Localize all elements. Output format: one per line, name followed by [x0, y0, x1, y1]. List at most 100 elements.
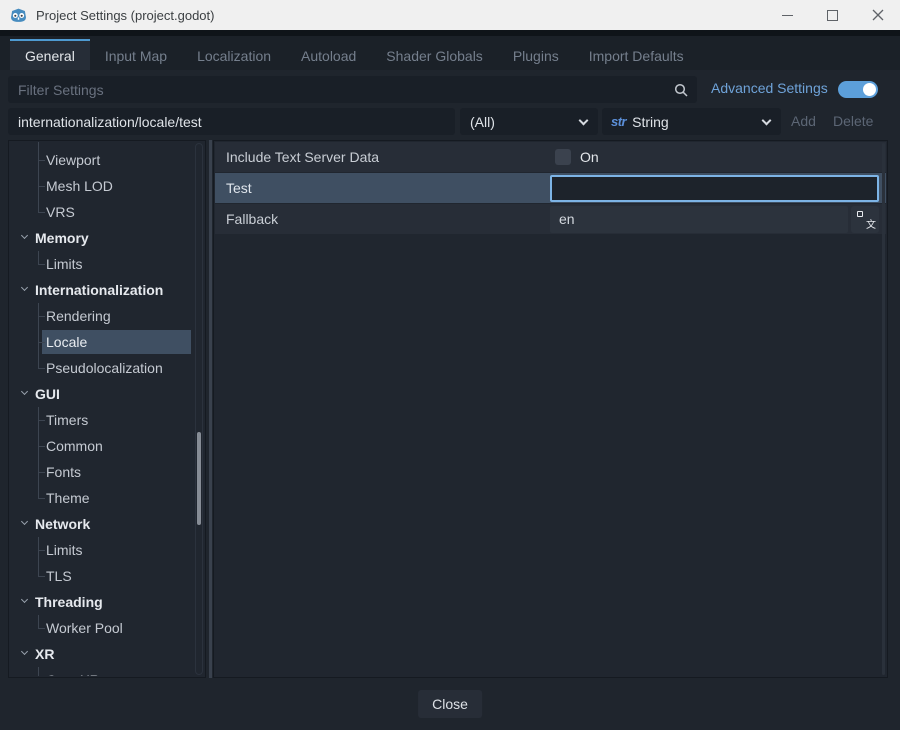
tab-autoload[interactable]: Autoload [286, 39, 371, 70]
tab-shader-globals[interactable]: Shader Globals [371, 39, 498, 70]
settings-category-tree: Occlusion CullingViewportMesh LODVRSMemo… [8, 140, 206, 678]
delete-button[interactable]: Delete [833, 113, 873, 129]
settings-inspector-panel: Include Text Server Data On Test Fallback 文 [213, 140, 888, 678]
sidebar-scrollbar[interactable] [195, 143, 203, 675]
chevron-down-icon [579, 115, 589, 125]
sidebar-item-label: Mesh LOD [46, 178, 113, 194]
tree-connector [38, 615, 46, 641]
inspector-scrollbar[interactable] [882, 143, 885, 675]
sidebar-item-threading[interactable]: Threading [10, 589, 204, 615]
panel-splitter-handle[interactable] [209, 140, 212, 678]
sidebar-item-label: GUI [35, 386, 60, 402]
tab-label: Shader Globals [386, 48, 483, 64]
sidebar-item-network[interactable]: Network [10, 511, 204, 537]
advanced-settings-toggle[interactable] [838, 81, 878, 98]
checkbox-label: On [580, 149, 599, 165]
tab-input-map[interactable]: Input Map [90, 39, 182, 70]
chevron-down-icon [21, 232, 28, 239]
setting-label: Include Text Server Data [215, 149, 550, 165]
add-button[interactable]: Add [791, 113, 816, 129]
setting-value [550, 173, 886, 203]
tree-connector [38, 303, 46, 329]
translation-icon-char: 文 [866, 216, 876, 231]
tab-general[interactable]: General [10, 39, 90, 70]
chevron-down-icon [21, 596, 28, 603]
type-dropdown[interactable]: str String [602, 108, 781, 135]
chevron-down-icon [21, 648, 28, 655]
settings-row-include-text-server-data[interactable]: Include Text Server Data On [215, 142, 886, 172]
project-settings-window: Project Settings (project.godot) General… [0, 0, 900, 730]
sidebar-item-label: Theme [46, 490, 90, 506]
titlebar: Project Settings (project.godot) [0, 0, 900, 30]
close-icon [872, 9, 884, 21]
locale-picker-button[interactable]: 文 [851, 206, 879, 233]
sidebar-item-label: Locale [46, 334, 87, 350]
sidebar-item-common[interactable]: Common [10, 433, 204, 459]
sidebar-item-label: OpenXR [46, 672, 100, 676]
close-window-button[interactable] [855, 0, 900, 30]
checkbox[interactable] [555, 149, 571, 165]
sidebar-item-label: Rendering [46, 308, 111, 324]
sidebar-item-timers[interactable]: Timers [10, 407, 204, 433]
settings-row-test[interactable]: Test [215, 173, 886, 203]
sidebar-item-pseudolocalization[interactable]: Pseudolocalization [10, 355, 204, 381]
sidebar-item-theme[interactable]: Theme [10, 485, 204, 511]
tree-connector [38, 147, 46, 173]
tab-label: Import Defaults [589, 48, 684, 64]
close-button[interactable]: Close [418, 690, 482, 718]
minimize-button[interactable] [765, 0, 810, 30]
tab-label: General [25, 48, 75, 64]
sidebar-item-openxr[interactable]: OpenXR [10, 667, 204, 676]
sidebar-item-mesh-lod[interactable]: Mesh LOD [10, 173, 204, 199]
setting-value: 文 [550, 204, 886, 234]
sidebar-item-fonts[interactable]: Fonts [10, 459, 204, 485]
feature-filter-dropdown[interactable]: (All) [460, 108, 598, 135]
sidebar-item-locale[interactable]: Locale [10, 329, 204, 355]
sidebar-item-rendering[interactable]: Rendering [10, 303, 204, 329]
tree-connector [38, 173, 46, 199]
sidebar-item-internationalization[interactable]: Internationalization [10, 277, 204, 303]
tab-import-defaults[interactable]: Import Defaults [574, 39, 699, 70]
settings-tab-bar: General Input Map Localization Autoload Shad… [0, 36, 900, 70]
maximize-button[interactable] [810, 0, 855, 30]
minimize-icon [782, 15, 793, 16]
sidebar-item-label: Internationalization [35, 282, 163, 298]
sidebar-item-label: Limits [46, 542, 83, 558]
settings-row-fallback[interactable]: Fallback 文 [215, 204, 886, 234]
sidebar-scrollbar-thumb[interactable] [197, 432, 201, 525]
sidebar-item-xr[interactable]: XR [10, 641, 204, 667]
sidebar-item-viewport[interactable]: Viewport [10, 147, 204, 173]
sidebar-item-label: TLS [46, 568, 72, 584]
sidebar-item-limits[interactable]: Limits [10, 537, 204, 563]
tab-localization[interactable]: Localization [182, 39, 286, 70]
property-path-input[interactable] [8, 108, 455, 135]
tab-label: Autoload [301, 48, 356, 64]
sidebar-item-label: Threading [35, 594, 103, 610]
test-value-input[interactable] [550, 175, 879, 202]
fallback-value-input[interactable] [550, 206, 848, 233]
godot-logo-icon [10, 7, 27, 24]
sidebar-item-memory[interactable]: Memory [10, 225, 204, 251]
window-title: Project Settings (project.godot) [36, 8, 214, 23]
maximize-icon [827, 10, 838, 21]
tree-connector [38, 433, 46, 459]
sidebar-item-worker-pool[interactable]: Worker Pool [10, 615, 204, 641]
setting-label: Fallback [215, 211, 550, 227]
sidebar-item-tls[interactable]: TLS [10, 563, 204, 589]
tab-label: Input Map [105, 48, 167, 64]
tab-plugins[interactable]: Plugins [498, 39, 574, 70]
sidebar-item-label: Worker Pool [46, 620, 123, 636]
filter-settings-input[interactable] [8, 76, 674, 103]
tab-label: Plugins [513, 48, 559, 64]
sidebar-item-vrs[interactable]: VRS [10, 199, 204, 225]
chevron-down-icon [21, 518, 28, 525]
sidebar-item-limits[interactable]: Limits [10, 251, 204, 277]
chevron-down-icon [21, 388, 28, 395]
sidebar-item-gui[interactable]: GUI [10, 381, 204, 407]
tree-connector [38, 563, 46, 589]
chevron-down-icon [762, 115, 772, 125]
search-icon [674, 83, 688, 97]
tree-connector [38, 485, 46, 511]
tree-connector [38, 199, 46, 225]
sidebar-item-label: XR [35, 646, 54, 662]
